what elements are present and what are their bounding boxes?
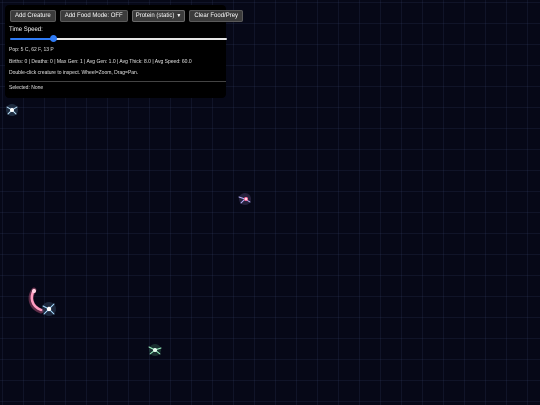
slider-fill [10, 38, 53, 40]
usage-hint: Double-click creature to inspect. Wheel=… [9, 70, 139, 76]
clear-food-button[interactable]: Clear Food/Prey [189, 10, 244, 22]
food-type-value: Protein (static) [135, 13, 175, 19]
time-speed-slider[interactable] [10, 35, 227, 42]
add-food-mode-button[interactable]: Add Food Mode: OFF [59, 10, 128, 22]
selected-info: Selected: None [9, 85, 44, 91]
creature-green[interactable] [146, 342, 164, 358]
toolbar: Add Creature Add Food Mode: OFF Protein … [10, 10, 244, 22]
creature-blue-1[interactable] [4, 102, 20, 118]
chevron-down-icon: ▼ [176, 13, 182, 19]
food-type-select[interactable]: Protein (static) ▼ [131, 10, 186, 22]
creature-purple[interactable] [236, 191, 254, 207]
control-panel: Add Creature Add Food Mode: OFF Protein … [5, 5, 244, 98]
generation-stats: Births: 0 | Deaths: 0 | Max Gen: 1 | Avg… [9, 59, 192, 65]
slider-track [53, 38, 227, 40]
population-stats: Pop: 5 C, 62 F, 13 P [9, 47, 54, 53]
creature-blue-2[interactable] [40, 300, 58, 318]
add-creature-button[interactable]: Add Creature [10, 10, 56, 22]
time-speed-label: Time Speed: [9, 27, 43, 33]
slider-thumb[interactable] [50, 35, 57, 42]
divider [9, 81, 226, 82]
